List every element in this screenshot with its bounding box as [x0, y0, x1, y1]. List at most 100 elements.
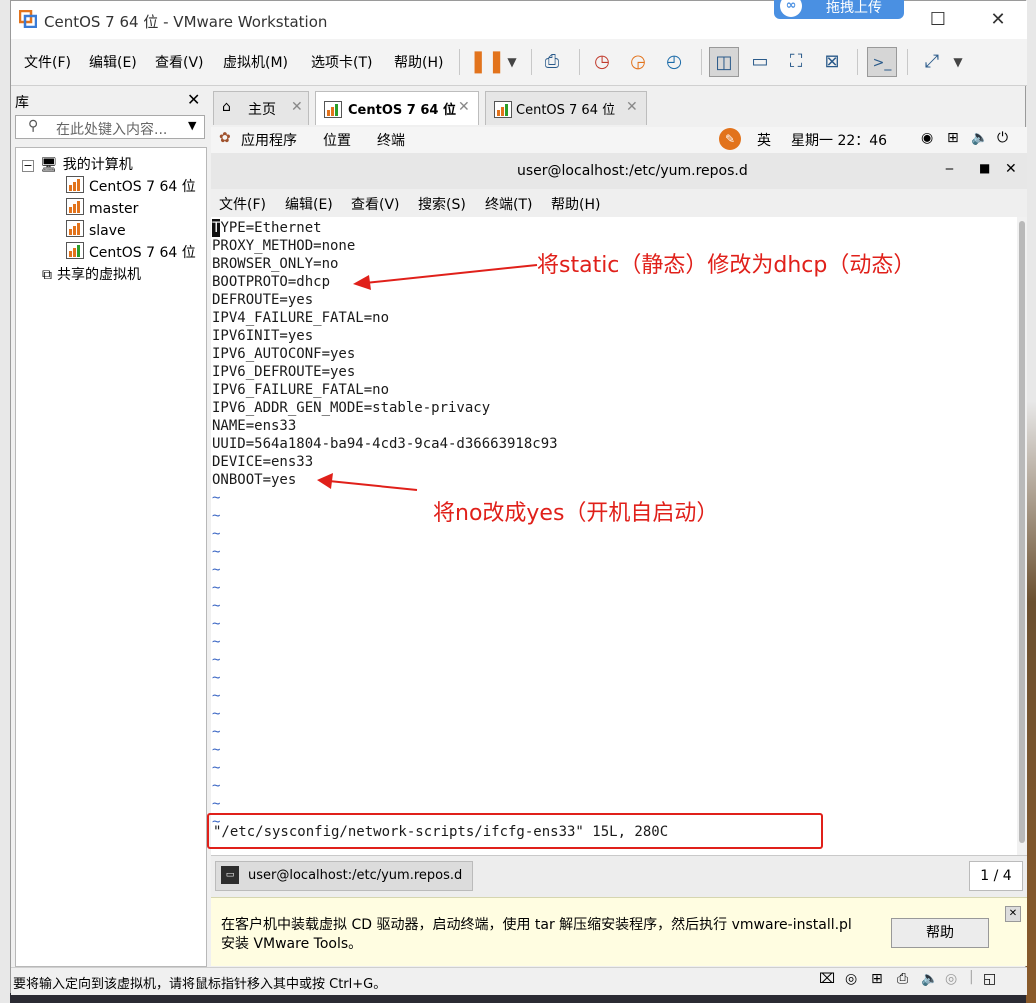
revert-snapshot-icon[interactable]: ◶ — [623, 47, 653, 77]
snapshot-icon[interactable]: ◷ — [587, 47, 617, 77]
config-line: IPV4_FAILURE_FATAL=no — [212, 310, 390, 326]
vm-running-icon — [494, 101, 512, 118]
tilde-line: ~ — [212, 634, 221, 650]
sound-icon[interactable]: 🔈 — [921, 971, 938, 987]
help-button[interactable]: 帮助 — [891, 918, 989, 948]
network-adapter-icon[interactable]: ⊞ — [871, 971, 883, 987]
pause-icon[interactable]: ❚❚ — [469, 47, 506, 77]
cd-drive-icon[interactable]: ◎ — [845, 971, 857, 987]
terminal-title: user@localhost:/etc/yum.repos.d — [517, 163, 748, 179]
term-menu-terminal[interactable]: 终端(T) — [485, 194, 532, 214]
terminal-menu[interactable]: 终端 — [377, 130, 405, 150]
message-log-icon[interactable]: ◱ — [983, 971, 996, 987]
tab-home[interactable]: ⌂ 主页 ✕ — [213, 91, 309, 125]
close-tab-icon[interactable]: ✕ — [626, 99, 638, 115]
console-view-icon[interactable]: >_ — [867, 47, 897, 77]
places-menu[interactable]: 位置 — [323, 130, 351, 150]
printer-icon[interactable]: ⎙ — [897, 971, 908, 987]
highlight-box — [207, 813, 823, 849]
maximize-icon[interactable]: ■ — [979, 161, 990, 175]
fullscreen-icon[interactable]: ⛶ — [781, 47, 811, 77]
tree-item-vm[interactable]: master — [66, 198, 138, 217]
library-header: 库 ✕ — [11, 87, 207, 115]
term-menu-help[interactable]: 帮助(H) — [551, 194, 600, 214]
chevron-down-icon[interactable]: ▼ — [188, 119, 196, 132]
window-title: CentOS 7 64 位 - VMware Workstation — [44, 13, 328, 31]
config-line: PROXY_METHOD=none — [212, 238, 356, 254]
tree-item-shared[interactable]: ⧉ 共享的虚拟机 — [42, 264, 141, 284]
tilde-line: ~ — [212, 670, 221, 686]
annotation-arrow — [317, 473, 418, 491]
apps-menu[interactable]: 应用程序 — [241, 130, 297, 150]
thumbnail-bar-icon[interactable]: ▭ — [745, 47, 775, 77]
close-tab-icon[interactable]: ✕ — [458, 99, 470, 115]
input-method-icon[interactable]: ✎ — [719, 128, 741, 150]
display-icon[interactable]: ◎ — [945, 971, 957, 987]
library-title: 库 — [15, 95, 29, 111]
language-indicator[interactable]: 英 — [757, 130, 771, 150]
tilde-line: ~ — [212, 688, 221, 704]
network-icon[interactable]: ⊞ — [947, 130, 959, 146]
upload-button[interactable]: ∞ 拖拽上传 — [774, 0, 904, 19]
menu-vm[interactable]: 虚拟机(M) — [223, 52, 288, 72]
terminal-scrollbar[interactable] — [1017, 217, 1027, 855]
toolbar-separator — [857, 49, 858, 75]
guest-screen[interactable]: ✿ 应用程序 位置 终端 ✎ 英 星期一 22：46 ◉ ⊞ 🔈 ⏻ user@… — [207, 127, 1027, 902]
term-menu-search[interactable]: 搜索(S) — [418, 194, 466, 214]
collapse-icon[interactable]: − — [22, 160, 34, 172]
vm-icon — [66, 176, 84, 193]
terminal-titlebar: user@localhost:/etc/yum.repos.d ‒ ■ ✕ — [211, 153, 1027, 190]
menu-edit[interactable]: 编辑(E) — [89, 52, 137, 72]
library-search[interactable]: ⚲ 在此处键入内容... ▼ — [15, 115, 205, 139]
menu-tabs[interactable]: 选项卡(T) — [311, 52, 372, 72]
config-line: IPV6INIT=yes — [212, 328, 314, 344]
accessibility-icon[interactable]: ◉ — [921, 130, 933, 146]
tilde-line: ~ — [212, 778, 221, 794]
hard-disk-icon[interactable]: ⌧ — [819, 971, 835, 987]
unity-icon[interactable]: ⊠ — [817, 47, 847, 77]
link-icon: ∞ — [780, 0, 802, 17]
config-line: IPV6_AUTOCONF=yes — [212, 346, 356, 362]
clock[interactable]: 星期一 22：46 — [791, 130, 887, 150]
taskbar-window-button[interactable]: ▭ user@localhost:/etc/yum.repos.d — [215, 861, 473, 891]
terminal-body[interactable]: TYPE=Ethernet PROXY_METHOD=none BROWSER_… — [207, 217, 1017, 855]
shared-vm-icon: ⧉ — [42, 267, 52, 283]
tilde-line: ~ — [212, 616, 221, 632]
title-bar: CentOS 7 64 位 - VMware Workstation ∞ 拖拽上… — [11, 0, 1027, 39]
close-window-button[interactable]: ✕ — [975, 1, 1021, 39]
tree-item-vm[interactable]: slave — [66, 220, 126, 239]
search-input[interactable]: 在此处键入内容... — [56, 119, 167, 139]
term-menu-view[interactable]: 查看(V) — [351, 194, 400, 214]
workspace-pager[interactable]: 1 / 4 — [969, 861, 1023, 891]
tree-item-vm[interactable]: CentOS 7 64 位 — [66, 176, 196, 196]
status-text: 要将输入定向到该虚拟机，请将鼠标指针移入其中或按 Ctrl+G。 — [13, 977, 387, 992]
tab-centos[interactable]: CentOS 7 64 位 ✕ — [485, 91, 647, 125]
tilde-line: ~ — [212, 490, 221, 506]
term-menu-file[interactable]: 文件(F) — [219, 194, 266, 214]
close-icon[interactable]: ✕ — [1005, 161, 1017, 177]
chevron-down-icon[interactable]: ▼ — [943, 47, 973, 77]
minimize-icon[interactable]: ‒ — [945, 161, 954, 177]
tree-item-vm-running[interactable]: CentOS 7 64 位 — [66, 242, 196, 262]
maximize-button[interactable]: ☐ — [915, 1, 961, 39]
show-library-icon[interactable]: ◫ — [709, 47, 739, 77]
close-notice-icon[interactable]: ✕ — [1005, 906, 1021, 922]
close-library-icon[interactable]: ✕ — [187, 90, 200, 109]
tree-root-my-computer[interactable]: − 🖥 我的计算机 — [22, 154, 133, 174]
config-line-bootproto: BOOTPROTO=dhcp — [212, 274, 331, 290]
tree-item-label: 共享的虚拟机 — [57, 267, 141, 283]
tab-centos-active[interactable]: CentOS 7 64 位 ✕ — [315, 91, 479, 125]
menu-help[interactable]: 帮助(H) — [394, 52, 443, 72]
chevron-down-icon[interactable]: ▼ — [497, 47, 527, 77]
menu-view[interactable]: 查看(V) — [155, 52, 204, 72]
tree-item-label: CentOS 7 64 位 — [89, 245, 196, 261]
close-tab-icon[interactable]: ✕ — [291, 99, 303, 115]
menu-file[interactable]: 文件(F) — [24, 52, 71, 72]
volume-icon[interactable]: 🔈 — [971, 130, 988, 146]
send-ctrl-alt-del-icon[interactable]: ⎙ — [537, 47, 567, 77]
toolbar-separator — [701, 49, 702, 75]
power-icon[interactable]: ⏻ — [997, 130, 1008, 146]
tab-label: CentOS 7 64 位 — [516, 103, 616, 118]
snapshot-manager-icon[interactable]: ◴ — [659, 47, 689, 77]
term-menu-edit[interactable]: 编辑(E) — [285, 194, 333, 214]
